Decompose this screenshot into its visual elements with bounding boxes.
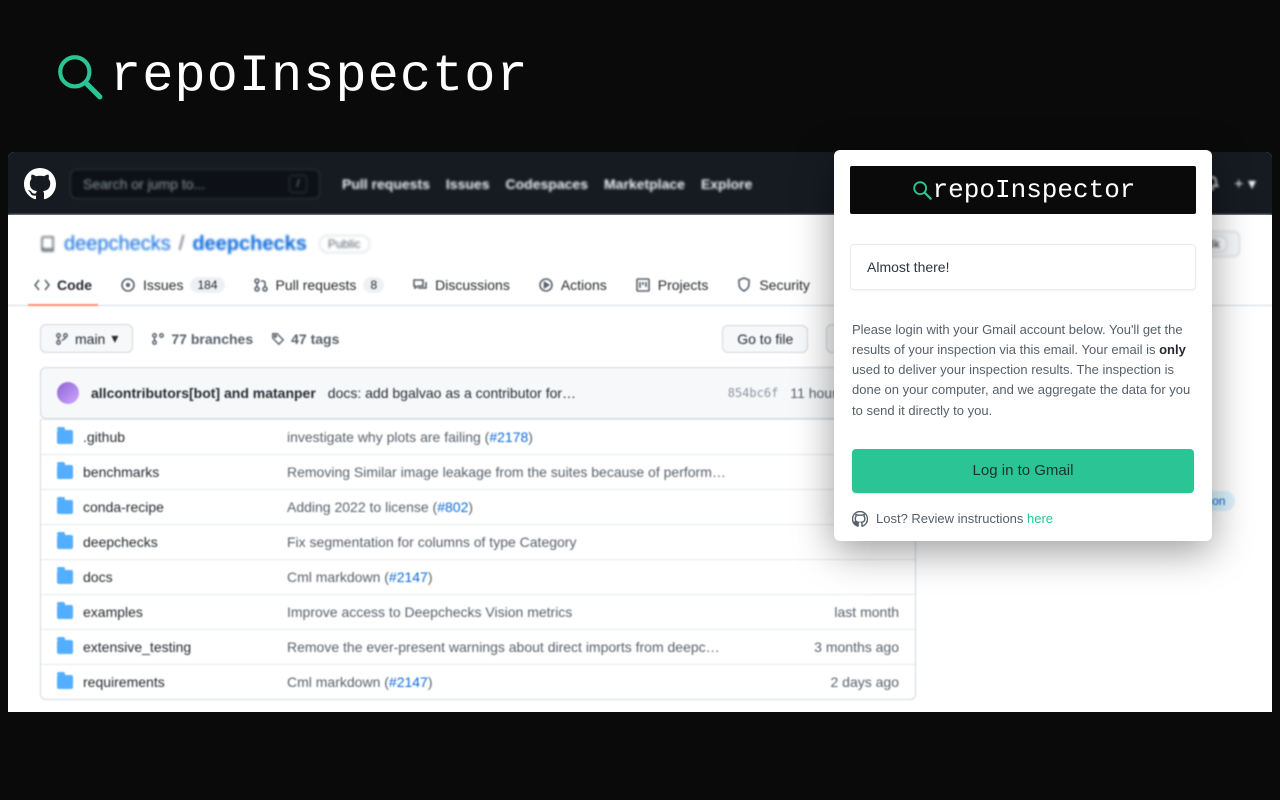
hero-brand-text: repoInspector	[110, 47, 529, 106]
file-commit-msg: Fix segmentation for columns of type Cat…	[287, 534, 779, 550]
footer-bar	[0, 712, 1280, 800]
slash-key-hint: /	[289, 175, 307, 193]
nav-codespaces[interactable]: Codespaces	[506, 176, 588, 192]
plus-icon[interactable]: + ▾	[1234, 174, 1256, 194]
file-name: deepchecks	[83, 534, 158, 550]
nav-pull-requests[interactable]: Pull requests	[342, 176, 430, 192]
instructions-link[interactable]: here	[1027, 511, 1053, 526]
file-name: conda-recipe	[83, 499, 164, 515]
popup-brand: repoInspector	[933, 175, 1136, 205]
table-row[interactable]: extensive_testing Remove the ever-present…	[41, 629, 915, 664]
top-nav: Pull requests Issues Codespaces Marketpl…	[342, 176, 752, 192]
commit-message: docs: add bgalvao as a contributor for…	[328, 385, 716, 401]
file-commit-msg: Removing Similar image leakage from the …	[287, 464, 779, 480]
branch-select[interactable]: main ▾	[40, 324, 133, 353]
avatar	[57, 382, 79, 404]
tab-projects[interactable]: Projects	[623, 269, 721, 305]
folder-icon	[57, 465, 73, 479]
file-name: docs	[83, 569, 113, 585]
popup-body-card: Please login with your Gmail account bel…	[850, 300, 1196, 531]
folder-icon	[57, 570, 73, 584]
folder-icon	[57, 500, 73, 514]
github-outline-icon	[852, 511, 868, 527]
hero-banner: repoInspector	[0, 0, 1280, 152]
file-name: benchmarks	[83, 464, 159, 480]
folder-icon	[57, 640, 73, 654]
table-row[interactable]: examples Improve access to Deepchecks Vis…	[41, 594, 915, 629]
repo-icon	[40, 236, 56, 252]
commit-authors: allcontributors[bot] and matanper	[91, 385, 316, 401]
file-name: extensive_testing	[83, 639, 191, 655]
repo-main: main ▾ 77 branches 47 tags Go to file Ad…	[40, 324, 916, 700]
branches-link[interactable]: 77 branches	[151, 331, 253, 347]
tags-link[interactable]: 47 tags	[271, 331, 339, 347]
file-time: 3 months ago	[779, 639, 899, 655]
file-commit-msg: Improve access to Deepchecks Vision metr…	[287, 604, 779, 620]
folder-icon	[57, 535, 73, 549]
nav-explore[interactable]: Explore	[701, 176, 752, 192]
latest-commit[interactable]: allcontributors[bot] and matanper docs: …	[40, 367, 916, 419]
instructions-line: Lost? Review instructions here	[852, 511, 1194, 527]
popup-heading-card: Almost there!	[850, 244, 1196, 290]
file-time: last month	[779, 604, 899, 620]
commit-sha: 854bc6f	[728, 386, 779, 400]
tab-discussions[interactable]: Discussions	[400, 269, 522, 305]
tab-issues[interactable]: Issues184	[108, 269, 237, 305]
file-commit-msg: Cml markdown (#2147)	[287, 674, 779, 690]
table-row[interactable]: .github investigate why plots are failing…	[41, 419, 915, 454]
table-row[interactable]: conda-recipe Adding 2022 to license (#802…	[41, 489, 915, 524]
folder-icon	[57, 675, 73, 689]
file-commit-msg: Cml markdown (#2147)	[287, 569, 779, 585]
hero-logo: repoInspector	[54, 47, 529, 106]
file-commit-msg: investigate why plots are failing (#2178…	[287, 429, 779, 445]
nav-marketplace[interactable]: Marketplace	[604, 176, 685, 192]
popup-heading: Almost there!	[867, 259, 1179, 275]
instructions-text: Lost? Review instructions here	[876, 511, 1053, 526]
visibility-badge: Public	[319, 235, 370, 253]
login-gmail-button[interactable]: Log in to Gmail	[852, 449, 1194, 493]
tab-actions[interactable]: Actions	[526, 269, 619, 305]
popup-body-text: Please login with your Gmail account bel…	[852, 320, 1194, 421]
repo-name[interactable]: deepchecks	[192, 233, 307, 256]
magnifier-icon	[54, 51, 104, 101]
extension-popup: repoInspector Almost there! Please login…	[834, 150, 1212, 541]
file-name: examples	[83, 604, 143, 620]
table-row[interactable]: benchmarks Removing Similar image leakage…	[41, 454, 915, 489]
tab-code[interactable]: Code	[22, 269, 104, 305]
folder-icon	[57, 430, 73, 444]
tab-pull-requests[interactable]: Pull requests8	[241, 269, 397, 305]
search-placeholder: Search or jump to...	[83, 176, 205, 192]
table-row[interactable]: requirements Cml markdown (#2147)2 days a…	[41, 664, 915, 699]
magnifier-icon	[911, 179, 933, 201]
table-row[interactable]: docs Cml markdown (#2147)	[41, 559, 915, 594]
search-input[interactable]: Search or jump to... /	[70, 169, 320, 199]
file-list: .github investigate why plots are failing…	[40, 419, 916, 700]
repo-owner[interactable]: deepchecks	[64, 233, 171, 256]
github-logo-icon[interactable]	[24, 168, 56, 200]
tag-icon	[271, 332, 285, 346]
file-commit-msg: Adding 2022 to license (#802)	[287, 499, 779, 515]
path-separator: /	[179, 233, 185, 256]
file-name: .github	[83, 429, 125, 445]
branch-icon	[55, 332, 69, 346]
folder-icon	[57, 605, 73, 619]
file-toolbar: main ▾ 77 branches 47 tags Go to file Ad…	[40, 324, 916, 353]
nav-issues[interactable]: Issues	[446, 176, 490, 192]
file-name: requirements	[83, 674, 165, 690]
branch-icon	[151, 332, 165, 346]
file-commit-msg: Remove the ever-present warnings about d…	[287, 639, 779, 655]
goto-file-button[interactable]: Go to file	[722, 325, 808, 353]
popup-header: repoInspector	[850, 166, 1196, 214]
table-row[interactable]: deepchecks Fix segmentation for columns o…	[41, 524, 915, 559]
tab-security[interactable]: Security	[724, 269, 822, 305]
file-time: 2 days ago	[779, 674, 899, 690]
